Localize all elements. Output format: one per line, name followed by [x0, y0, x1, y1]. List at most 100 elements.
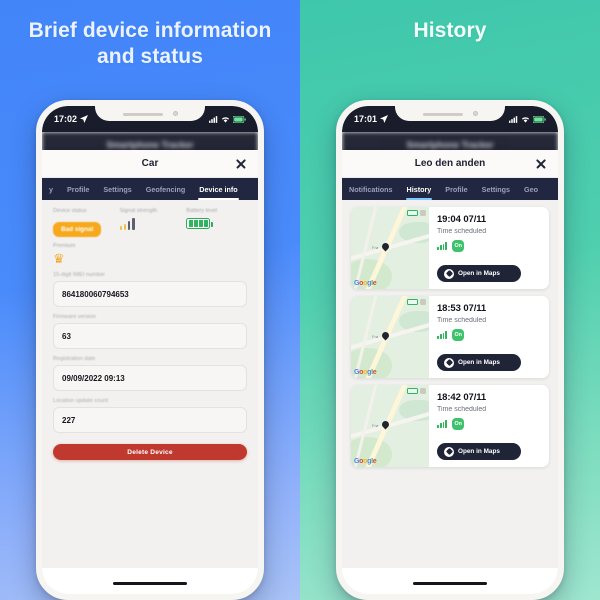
signal-bars-icon: [119, 218, 181, 230]
tab-settings[interactable]: Settings: [475, 178, 517, 200]
imei-input[interactable]: 864180060794653: [53, 281, 247, 307]
google-attribution: Google: [354, 280, 377, 287]
sheet-header-right: Leo den anden: [342, 150, 558, 178]
map-chip-icon: [420, 299, 426, 305]
map-place-label: Frø: [372, 422, 379, 428]
status-bar-time: 17:01: [354, 114, 378, 124]
stat-signal-strength: Signal strength: [119, 208, 181, 237]
tab-geofencing[interactable]: Geo: [517, 178, 545, 200]
signal-bars-icon: [437, 420, 448, 428]
home-indicator-left: [113, 582, 187, 585]
map-thumbnail[interactable]: Frø Google: [351, 385, 429, 467]
field-label-registration-date: Registration date: [53, 356, 96, 362]
home-indicator-right: [413, 582, 487, 585]
stat-device-status: Device status Bad signal: [53, 208, 114, 237]
status-bar-right-group: [209, 115, 246, 123]
map-place-label: Frø: [372, 333, 379, 339]
status-badge: Bad signal: [53, 222, 102, 237]
panel-history: History 17:01 Smartphone Tracker Leo den…: [300, 0, 600, 600]
cellular-icon: [209, 115, 218, 123]
app-header-title: Smartphone Tracker: [406, 140, 494, 150]
map-overlay-chips: [407, 210, 426, 216]
field-firmware: Firmware version 63: [53, 314, 247, 349]
tab-y[interactable]: y: [42, 178, 60, 200]
phone-mockup-left: 17:02 Smartphone Tracker Car y Profile S…: [36, 100, 264, 600]
field-registration-date: Registration date 09/09/2022 09:13: [53, 356, 247, 391]
stat-label-device-status: Device status: [53, 208, 87, 214]
cellular-icon: [509, 115, 518, 123]
tab-profile[interactable]: Profile: [438, 178, 474, 200]
history-item-info: 18:53 07/11 Time scheduled On Open in Ma…: [429, 296, 549, 378]
sheet-title-text: Car: [141, 158, 159, 169]
phone-mockup-right: 17:01 Smartphone Tracker Leo den anden N…: [336, 100, 564, 600]
history-sheet: Leo den anden Notifications History Prof…: [342, 150, 558, 568]
battery-icon: [233, 115, 246, 123]
history-list-item[interactable]: Frø Google 18:42 07/11 Time scheduled On…: [351, 385, 549, 467]
tab-device-info[interactable]: Device info: [192, 178, 244, 200]
close-icon[interactable]: [234, 157, 248, 171]
premium-label: Premium: [53, 243, 76, 249]
history-status-icons: On: [437, 240, 541, 252]
open-in-maps-label: Open in Maps: [458, 359, 500, 366]
status-bar-right-group-2: [509, 115, 546, 123]
history-subtitle: Time scheduled: [437, 228, 487, 235]
phone-notch: [95, 106, 205, 121]
panel-device-info: Brief device information and status 17:0…: [0, 0, 300, 600]
map-thumbnail[interactable]: Frø Google: [351, 207, 429, 289]
open-in-maps-button[interactable]: Open in Maps: [437, 354, 521, 371]
device-info-body: Device status Bad signal Signal strength: [42, 200, 258, 568]
location-arrow-icon: [80, 115, 89, 123]
phone-notch: [395, 106, 505, 121]
history-timestamp: 18:53 07/11: [437, 303, 487, 314]
front-camera: [172, 111, 178, 116]
signal-bars-icon: [437, 331, 448, 339]
sheet-header-left: Car: [42, 150, 258, 178]
app-header-title: Smartphone Tracker: [106, 140, 194, 150]
open-in-maps-button[interactable]: Open in Maps: [437, 265, 521, 282]
app-root: Brief device information and status 17:0…: [0, 0, 600, 600]
device-info-content: Device status Bad signal Signal strength: [42, 200, 258, 460]
battery-chip-icon: [407, 210, 418, 216]
map-thumbnail[interactable]: Frø Google: [351, 296, 429, 378]
firmware-input[interactable]: 63: [53, 323, 247, 349]
battery-icon: [533, 115, 546, 123]
status-bar-time: 17:02: [54, 114, 78, 124]
history-item-info: 19:04 07/11 Time scheduled On Open in Ma…: [429, 207, 549, 289]
tab-history[interactable]: History: [400, 178, 439, 200]
earpiece-speaker: [122, 113, 163, 116]
tab-notifications[interactable]: Notifications: [342, 178, 400, 200]
location-arrow-icon: [380, 115, 389, 123]
wifi-icon: [221, 116, 230, 123]
panel-left-heading: Brief device information and status: [28, 19, 272, 68]
open-in-maps-label: Open in Maps: [458, 270, 500, 277]
history-subtitle: Time scheduled: [437, 406, 487, 413]
wifi-icon: [521, 116, 530, 123]
tab-profile[interactable]: Profile: [60, 178, 96, 200]
status-bar-right: 17:01: [342, 106, 558, 132]
map-place-label: Frø: [372, 244, 379, 250]
battery-chip-icon: [407, 299, 418, 305]
history-status-icons: On: [437, 329, 541, 341]
field-location-update-count: Location update count 227: [53, 398, 247, 433]
maps-icon: [444, 357, 454, 368]
location-update-count-input[interactable]: 227: [53, 407, 247, 433]
delete-device-button[interactable]: Delete Device: [53, 444, 247, 460]
stat-label-signal-strength: Signal strength: [119, 208, 157, 214]
history-item-info: 18:42 07/11 Time scheduled On Open in Ma…: [429, 385, 549, 467]
history-list-item[interactable]: Frø Google 18:53 07/11 Time scheduled On…: [351, 296, 549, 378]
tab-geofencing[interactable]: Geofencing: [139, 178, 193, 200]
history-list-item[interactable]: Frø Google 19:04 07/11 Time scheduled On…: [351, 207, 549, 289]
status-badge: On: [452, 240, 465, 252]
tab-bar-left: y Profile Settings Geofencing Device inf…: [42, 178, 258, 200]
status-bar-left-group-2: 17:01: [354, 114, 389, 124]
registration-date-input[interactable]: 09/09/2022 09:13: [53, 365, 247, 391]
maps-icon: [444, 446, 454, 457]
tab-settings[interactable]: Settings: [96, 178, 138, 200]
device-stat-row: Device status Bad signal Signal strength: [53, 208, 247, 237]
open-in-maps-button[interactable]: Open in Maps: [437, 443, 521, 460]
close-icon[interactable]: [534, 157, 548, 171]
status-badge: On: [452, 418, 465, 430]
stat-battery-level: Battery level: [186, 208, 247, 237]
history-subtitle: Time scheduled: [437, 317, 487, 324]
battery-chip-icon: [407, 388, 418, 394]
